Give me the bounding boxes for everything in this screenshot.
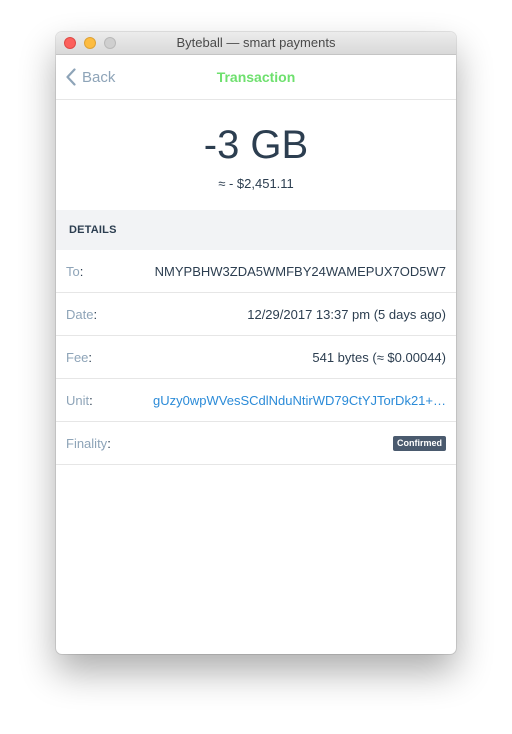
detail-row-fee: Fee: 541 bytes (≈ $0.00044) (56, 336, 456, 379)
app-window: Byteball — smart payments Back Transacti… (56, 32, 456, 654)
amount-summary: -3 GB ≈ - $2,451.11 (56, 100, 456, 210)
detail-row-unit: Unit: gUzy0wpWVesSCdlNduNtirWD79CtYJTorD… (56, 379, 456, 422)
page-title: Transaction (216, 69, 296, 85)
unit-hash-link[interactable]: gUzy0wpWVesSCdlNduNtirWD79CtYJTorDk21+… (153, 393, 446, 408)
window-titlebar[interactable]: Byteball — smart payments (56, 32, 456, 55)
detail-row-date: Date: 12/29/2017 13:37 pm (5 days ago) (56, 293, 456, 336)
transaction-amount: -3 GB (203, 123, 309, 167)
transaction-fee: 541 bytes (≈ $0.00044) (312, 349, 446, 365)
finality-status-badge: Confirmed (393, 435, 446, 451)
recipient-address: NMYPBHW3ZDA5WMFBY24WAMEPUX7OD5W7 (154, 263, 446, 279)
transaction-date: 12/29/2017 13:37 pm (5 days ago) (247, 306, 446, 322)
detail-label: To: (66, 263, 84, 279)
detail-label: Date: (66, 306, 98, 322)
details-header: DETAILS (56, 210, 456, 250)
navigation-bar: Back Transaction (56, 55, 456, 100)
fiat-amount: ≈ - $2,451.11 (218, 176, 294, 191)
detail-label: Fee: (66, 349, 93, 365)
detail-label: Unit: (66, 392, 93, 408)
detail-row-finality: Finality: Confirmed (56, 422, 456, 465)
window-title: Byteball — smart payments (176, 35, 336, 50)
detail-row-to: To: NMYPBHW3ZDA5WMFBY24WAMEPUX7OD5W7 (56, 250, 456, 293)
detail-label: Finality: (66, 435, 111, 451)
